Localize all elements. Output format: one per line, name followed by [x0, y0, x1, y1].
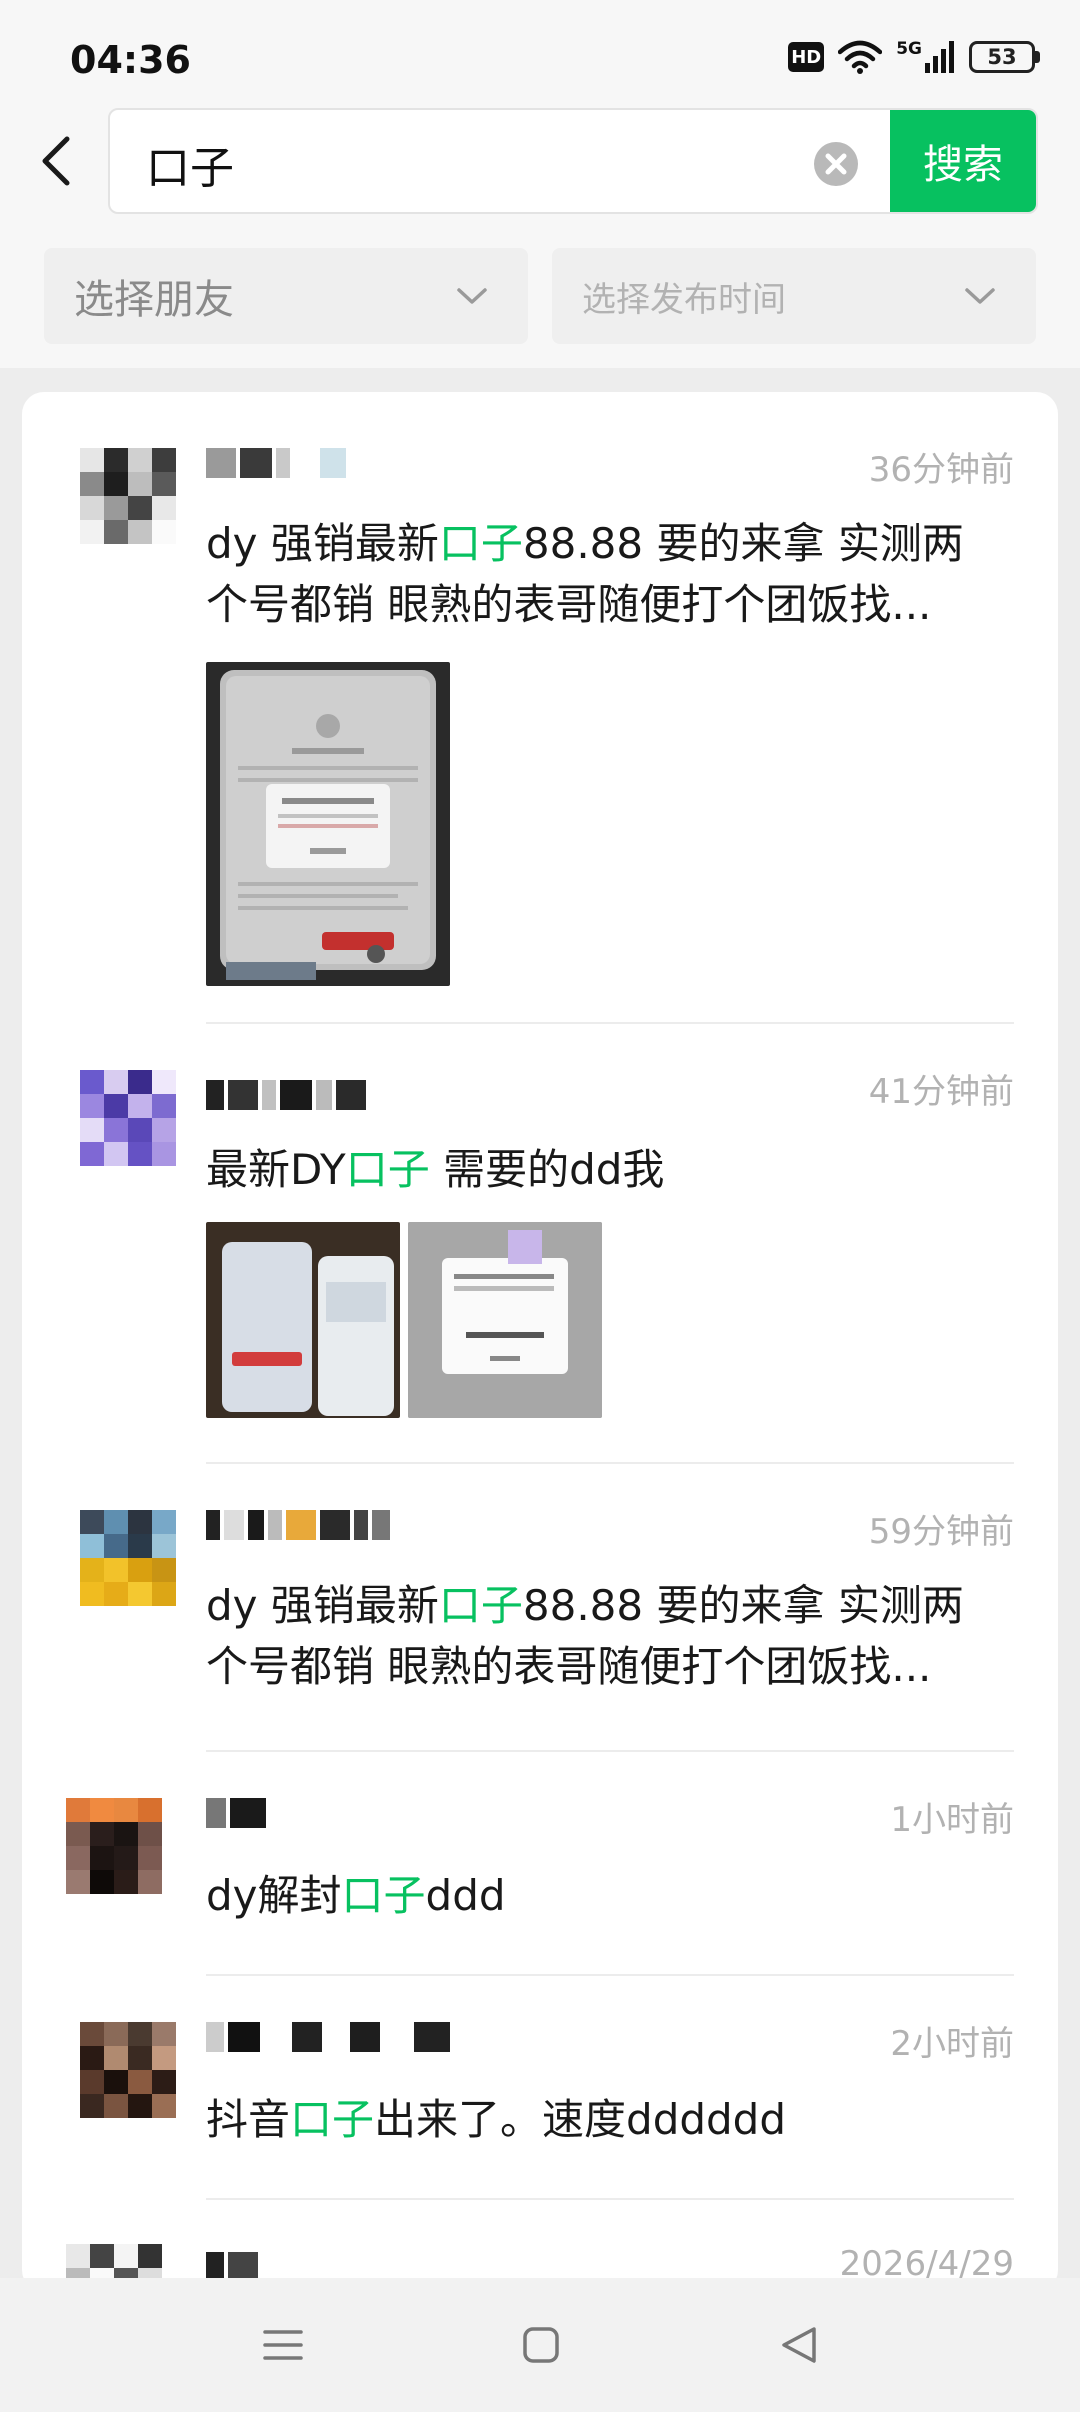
nav-menu-button[interactable]: [248, 2310, 318, 2380]
signal-icon: [925, 41, 954, 73]
username-blurred: [206, 1080, 366, 1110]
back-button[interactable]: [30, 128, 80, 194]
battery-level: 53: [969, 41, 1035, 73]
select-friends-dropdown[interactable]: 选择朋友: [44, 248, 528, 344]
post-text: dy解封口子ddd: [206, 1871, 506, 1920]
search-box[interactable]: 口子 搜索: [108, 108, 1038, 214]
post-image[interactable]: [206, 1222, 400, 1418]
nav-home-button[interactable]: [506, 2310, 576, 2380]
battery-cap: [1035, 51, 1040, 63]
username-blurred: [206, 1798, 266, 1828]
wifi-icon: [838, 40, 883, 74]
chevron-down-icon: [457, 288, 487, 304]
avatar: [80, 1510, 176, 1606]
avatar: [80, 1070, 176, 1166]
clear-button[interactable]: [814, 142, 858, 186]
top-bar: 04:36 HD 5G 53 口子 搜索 选择朋友 选择发布时间: [0, 0, 1080, 368]
hd-badge: HD: [788, 42, 825, 72]
post-image[interactable]: [206, 662, 450, 986]
list-item[interactable]: 36分钟前 dy 强销最新口子88.88 要的来拿 实测两个号都销 眼熟的表哥随…: [22, 392, 1058, 1024]
list-item[interactable]: 2小时前 抖音口子出来了。速度dddddd: [22, 1976, 1058, 2200]
nav-back-button[interactable]: [764, 2310, 834, 2380]
post-time: 2小时前: [890, 2024, 1014, 2064]
battery-indicator: 53: [969, 41, 1040, 73]
list-item[interactable]: 41分钟前 最新DY口子 需要的dd我: [22, 1024, 1058, 1464]
menu-icon: [263, 2330, 303, 2360]
home-square-icon: [523, 2327, 559, 2363]
list-item[interactable]: 59分钟前 dy 强销最新口子88.88 要的来拿 实测两个号都销 眼熟的表哥随…: [22, 1464, 1058, 1752]
username-blurred: [206, 448, 346, 478]
post-text: 抖音口子出来了。速度dddddd: [206, 2095, 786, 2144]
post-time: 59分钟前: [868, 1512, 1014, 1552]
status-time: 04:36: [70, 38, 191, 82]
post-time: 1小时前: [890, 1800, 1014, 1840]
username-blurred: [206, 2022, 450, 2052]
network-label: 5G: [896, 39, 922, 59]
post-text: dy 强销最新口子88.88 要的来拿 实测两个号都销 眼熟的表哥随便打个团饭找…: [206, 519, 964, 629]
phones-photo-icon: [222, 1242, 394, 1416]
chevron-down-icon: [965, 288, 995, 304]
post-time: 41分钟前: [868, 1072, 1014, 1112]
status-icons: HD 5G 53: [788, 40, 1040, 74]
phone-screenshot-icon: [220, 670, 436, 980]
post-image[interactable]: [408, 1222, 602, 1418]
avatar: [80, 2022, 176, 2118]
system-nav-bar: [0, 2278, 1080, 2412]
back-triangle-icon: [782, 2327, 816, 2363]
list-item[interactable]: 1小时前 dy解封口子ddd: [22, 1752, 1058, 1976]
search-button[interactable]: 搜索: [890, 110, 1036, 212]
back-arrow-icon: [42, 136, 70, 186]
clear-circle-icon: [814, 142, 858, 186]
select-time-label: 选择发布时间: [582, 279, 786, 320]
post-time: 36分钟前: [868, 450, 1014, 490]
post-text: dy 强销最新口子88.88 要的来拿 实测两个号都销 眼熟的表哥随便打个团饭找…: [206, 1581, 964, 1691]
post-text: 最新DY口子 需要的dd我: [206, 1145, 665, 1194]
avatar: [80, 448, 176, 544]
avatar: [66, 1798, 162, 1894]
select-friends-label: 选择朋友: [74, 277, 234, 323]
search-input[interactable]: 口子: [146, 132, 234, 196]
dialog-screenshot-icon: [408, 1222, 602, 1418]
username-blurred: [206, 1510, 390, 1540]
signal-group: 5G: [896, 41, 955, 73]
results-list: 36分钟前 dy 强销最新口子88.88 要的来拿 实测两个号都销 眼熟的表哥随…: [22, 392, 1058, 2292]
select-time-dropdown[interactable]: 选择发布时间: [552, 248, 1036, 344]
